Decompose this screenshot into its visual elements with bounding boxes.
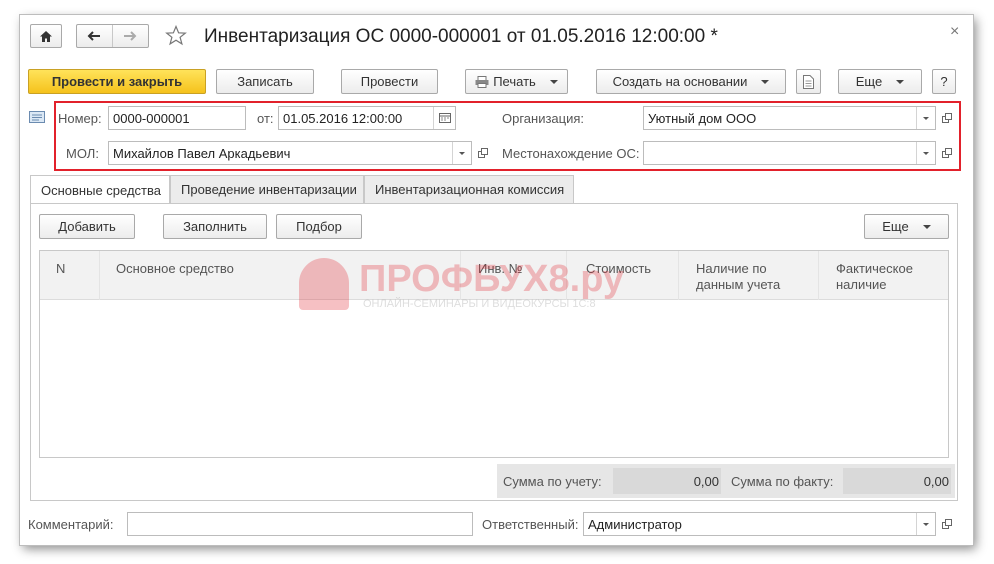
location-field[interactable] (643, 141, 936, 165)
more-button[interactable]: Еще (838, 69, 922, 94)
save-button[interactable]: Записать (216, 69, 314, 94)
chevron-down-icon[interactable] (916, 142, 935, 164)
totals-bar: Сумма по учету: 0,00 Сумма по факту: 0,0… (497, 464, 955, 498)
chevron-down-icon (549, 79, 558, 84)
create-based-on-label: Создать на основании (612, 74, 748, 89)
favorite-star-icon[interactable] (165, 24, 187, 49)
date-label: от: (257, 111, 274, 126)
open-organization-icon[interactable] (938, 107, 956, 129)
comment-field[interactable] (127, 512, 473, 536)
column-header-n[interactable]: N (56, 261, 65, 277)
fixed-assets-table[interactable]: N Основное средство Инв. № Стоимость Нал… (39, 250, 949, 458)
date-field[interactable]: 01.05.2016 12:00:00 (278, 106, 456, 130)
column-divider (566, 251, 567, 300)
nav-back-forward-group (76, 24, 149, 48)
open-responsible-icon[interactable] (938, 513, 956, 535)
home-icon (40, 30, 52, 42)
accounting-total-field: 0,00 (613, 468, 721, 494)
back-arrow-icon[interactable] (77, 25, 113, 47)
open-mol-icon[interactable] (474, 142, 492, 164)
responsible-label: Ответственный: (482, 517, 579, 532)
tab-inventory-commission[interactable]: Инвентаризационная комиссия (364, 175, 574, 203)
print-label: Печать (493, 74, 536, 89)
post-button[interactable]: Провести (341, 69, 438, 94)
post-and-close-button[interactable]: Провести и закрыть (28, 69, 206, 94)
printer-icon (475, 75, 489, 88)
close-icon[interactable]: × (950, 23, 959, 41)
column-header-actual-presence[interactable]: Фактическое наличие (836, 261, 926, 293)
tab-panel: Добавить Заполнить Подбор Еще N Основное… (30, 203, 958, 501)
organization-label: Организация: (502, 111, 585, 126)
column-divider (99, 251, 100, 300)
report-structure-button[interactable] (796, 69, 821, 94)
actual-total-label: Сумма по факту: (731, 474, 834, 489)
accounting-total-label: Сумма по учету: (503, 474, 602, 489)
tab-fixed-assets[interactable]: Основные средства (30, 175, 170, 204)
column-header-inv-number[interactable]: Инв. № (478, 261, 523, 277)
chevron-down-icon (896, 79, 905, 84)
add-button[interactable]: Добавить (39, 214, 135, 239)
responsible-field[interactable]: Администратор (583, 512, 936, 536)
document-icon (803, 74, 814, 89)
print-button[interactable]: Печать (465, 69, 568, 94)
responsible-value: Администратор (588, 516, 682, 532)
column-header-cost[interactable]: Стоимость (586, 261, 651, 277)
tab-inventory-conduct[interactable]: Проведение инвентаризации (170, 175, 364, 203)
mol-label: МОЛ: (66, 146, 99, 161)
table-more-button[interactable]: Еще (864, 214, 949, 239)
window-title: Инвентаризация ОС 0000-000001 от 01.05.2… (204, 26, 718, 47)
chevron-down-icon (922, 224, 931, 229)
actual-total-field: 0,00 (843, 468, 951, 494)
chevron-down-icon[interactable] (916, 513, 935, 535)
open-location-icon[interactable] (938, 142, 956, 164)
column-divider (678, 251, 679, 300)
mol-field[interactable]: Михайлов Павел Аркадьевич (108, 141, 472, 165)
info-panel-icon[interactable] (29, 111, 45, 126)
calendar-icon[interactable] (433, 107, 455, 129)
number-value: 0000-000001 (113, 110, 190, 126)
pick-button[interactable]: Подбор (276, 214, 362, 239)
location-label: Местонахождение ОС: (502, 146, 640, 161)
fill-button[interactable]: Заполнить (163, 214, 267, 239)
home-button[interactable] (30, 24, 62, 48)
number-field[interactable]: 0000-000001 (108, 106, 246, 130)
organization-value: Уютный дом ООО (648, 110, 757, 126)
mol-value: Михайлов Павел Аркадьевич (113, 145, 291, 161)
comment-label: Комментарий: (28, 517, 114, 532)
column-header-asset[interactable]: Основное средство (116, 261, 234, 277)
actual-total-value: 0,00 (923, 474, 949, 489)
chevron-down-icon[interactable] (452, 142, 471, 164)
chevron-down-icon (761, 79, 770, 84)
forward-arrow-icon[interactable] (113, 25, 149, 47)
column-divider (460, 251, 461, 300)
organization-field[interactable]: Уютный дом ООО (643, 106, 936, 130)
date-value: 01.05.2016 12:00:00 (283, 110, 403, 126)
column-header-accounting-presence[interactable]: Наличие по данным учета (696, 261, 806, 293)
more-label: Еще (855, 74, 883, 89)
table-header: N Основное средство Инв. № Стоимость Нал… (40, 251, 948, 300)
create-based-on-button[interactable]: Создать на основании (596, 69, 786, 94)
column-divider (818, 251, 819, 300)
table-more-label: Еще (882, 219, 909, 234)
number-label: Номер: (58, 111, 102, 126)
help-button[interactable]: ? (932, 69, 956, 94)
document-window: Инвентаризация ОС 0000-000001 от 01.05.2… (20, 15, 973, 545)
accounting-total-value: 0,00 (693, 474, 719, 489)
chevron-down-icon[interactable] (916, 107, 935, 129)
